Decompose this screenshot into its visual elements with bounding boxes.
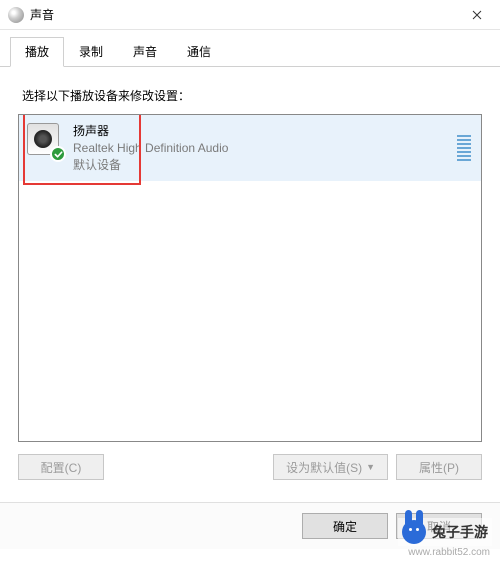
- device-status: 默认设备: [73, 157, 451, 174]
- close-icon: [472, 10, 482, 20]
- device-list[interactable]: 扬声器 Realtek High Definition Audio 默认设备: [18, 114, 482, 442]
- device-button-row: 配置(C) 设为默认值(S) ▼ 属性(P): [18, 454, 482, 480]
- device-text: 扬声器 Realtek High Definition Audio 默认设备: [73, 123, 451, 173]
- device-icon-wrap: [27, 123, 63, 159]
- set-default-button: 设为默认值(S) ▼: [273, 454, 388, 480]
- volume-level-indicator: [457, 135, 471, 161]
- tab-sounds[interactable]: 声音: [118, 37, 172, 67]
- set-default-label: 设为默认值(S): [286, 459, 362, 476]
- device-description: Realtek High Definition Audio: [73, 140, 451, 157]
- rabbit-icon: [402, 520, 426, 544]
- configure-button: 配置(C): [18, 454, 104, 480]
- instruction-text: 选择以下播放设备来修改设置：: [22, 87, 478, 104]
- watermark-url: www.rabbit52.com: [408, 547, 490, 558]
- tab-recording[interactable]: 录制: [64, 37, 118, 67]
- sound-icon: [8, 7, 24, 23]
- tab-playback[interactable]: 播放: [10, 37, 64, 67]
- chevron-down-icon: ▼: [366, 462, 375, 472]
- ok-button[interactable]: 确定: [302, 513, 388, 539]
- tab-communications[interactable]: 通信: [172, 37, 226, 67]
- tab-strip: 播放 录制 声音 通信: [0, 30, 500, 67]
- tab-content: 选择以下播放设备来修改设置： 扬声器 Realtek High Definiti…: [0, 67, 500, 490]
- device-item-speaker[interactable]: 扬声器 Realtek High Definition Audio 默认设备: [19, 115, 481, 181]
- properties-button: 属性(P): [396, 454, 482, 480]
- watermark-logo: 兔子手游: [398, 518, 492, 546]
- close-button[interactable]: [454, 0, 500, 30]
- titlebar: 声音: [0, 0, 500, 30]
- watermark-text: 兔子手游: [432, 522, 488, 542]
- window-title: 声音: [30, 6, 454, 23]
- check-icon: [50, 146, 66, 162]
- device-name: 扬声器: [73, 123, 451, 140]
